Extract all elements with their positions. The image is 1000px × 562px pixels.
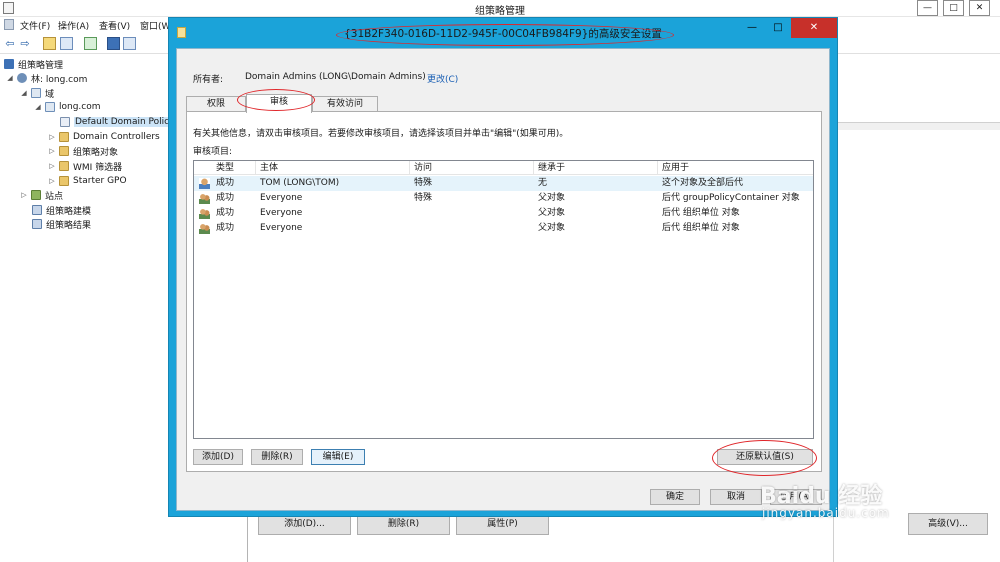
refresh-icon[interactable] bbox=[84, 37, 97, 50]
change-owner-link[interactable]: 更改(C) bbox=[427, 72, 458, 85]
tree-item-domain-controllers[interactable]: ▷ Domain Controllers bbox=[48, 130, 160, 144]
help-icon[interactable] bbox=[107, 37, 120, 50]
minimize-button[interactable]: — bbox=[917, 0, 938, 16]
baidu-watermark: Baidu 经验 jingyan.baidu.com bbox=[760, 478, 889, 520]
tree-item-wmi-filters[interactable]: ▷ WMI 筛选器 bbox=[48, 159, 122, 173]
tree-item-gpo-objects[interactable]: ▷ 组策略对象 bbox=[48, 144, 118, 158]
tree-item-forest[interactable]: ◢ 林: long.com bbox=[6, 71, 87, 85]
dialog-maximize-button[interactable]: □ bbox=[765, 18, 791, 38]
domain-icon bbox=[45, 102, 55, 112]
ok-button[interactable]: 确定 bbox=[650, 489, 700, 505]
tree-item-modeling[interactable]: 组策略建模 bbox=[32, 203, 91, 217]
modeling-icon bbox=[32, 205, 42, 215]
list-header: 类型 主体 访问 继承于 应用于 bbox=[194, 161, 813, 175]
sites-icon bbox=[31, 190, 41, 200]
remove-audit-button[interactable]: 删除(R) bbox=[251, 449, 303, 465]
up-folder-icon[interactable] bbox=[43, 37, 56, 50]
menu-file[interactable]: 文件(F) bbox=[20, 19, 50, 32]
close-window-button[interactable]: ✕ bbox=[969, 0, 990, 16]
collapse-icon[interactable]: ◢ bbox=[20, 89, 28, 97]
tree-item-sites[interactable]: ▷ 站点 bbox=[20, 188, 63, 202]
expand-icon[interactable]: ▷ bbox=[48, 147, 56, 155]
gpo-folder-icon bbox=[59, 146, 69, 156]
collapse-icon[interactable]: ◢ bbox=[34, 103, 42, 111]
background-title-bar: 组策略管理 — □ ✕ bbox=[0, 0, 1000, 17]
dialog-title: {31B2F340-016D-11D2-945F-00C04FB984F9}的高… bbox=[344, 28, 662, 40]
forward-arrow-icon[interactable]: ⇨ bbox=[18, 37, 32, 51]
properties-icon[interactable] bbox=[123, 37, 136, 50]
advanced-security-dialog: {31B2F340-016D-11D2-945F-00C04FB984F9}的高… bbox=[168, 17, 838, 517]
restore-defaults-button[interactable]: 还原默认值(S) bbox=[717, 449, 813, 465]
column-applies-to[interactable]: 应用于 bbox=[658, 161, 813, 175]
owner-label: 所有者: bbox=[193, 75, 224, 85]
expand-icon[interactable]: ▷ bbox=[20, 191, 28, 199]
menu-window[interactable]: 窗口(W bbox=[140, 19, 170, 32]
tree-item-default-domain-policy[interactable]: Default Domain Policy bbox=[60, 115, 176, 129]
group-icon bbox=[199, 208, 210, 219]
watermark-url: jingyan.baidu.com bbox=[762, 506, 890, 520]
gpm-icon bbox=[4, 59, 14, 69]
details-tab-strip bbox=[833, 122, 1000, 130]
forest-icon bbox=[17, 73, 27, 83]
audit-list-label: 审核项目: bbox=[193, 147, 233, 157]
audit-row[interactable]: 成功 Everyone 父对象 后代 组织单位 对象 bbox=[194, 221, 813, 236]
menu-action[interactable]: 操作(A) bbox=[58, 19, 89, 32]
expand-icon[interactable]: ▷ bbox=[48, 133, 56, 141]
tab-permissions[interactable]: 权限 bbox=[186, 96, 246, 112]
owner-value: Domain Admins (LONG\Domain Admins) bbox=[245, 72, 426, 82]
auditing-tab-panel: 有关其他信息，请双击审核项目。若要修改审核项目，请选择该项目并单击"编辑"(如果… bbox=[186, 111, 822, 472]
expand-icon[interactable]: ▷ bbox=[48, 162, 56, 170]
expand-icon[interactable]: ▷ bbox=[48, 177, 56, 185]
console-menu-icon[interactable] bbox=[4, 19, 14, 30]
column-access[interactable]: 访问 bbox=[410, 161, 534, 175]
group-icon bbox=[199, 193, 210, 204]
audit-entries-list[interactable]: 类型 主体 访问 继承于 应用于 成功 TOM (LONG\TOM) 特殊 无 … bbox=[193, 160, 814, 439]
tree-item-long-com[interactable]: ◢ long.com bbox=[34, 100, 101, 114]
gpo-link-icon bbox=[60, 117, 70, 127]
dialog-title-bar[interactable]: {31B2F340-016D-11D2-945F-00C04FB984F9}的高… bbox=[169, 18, 837, 48]
group-icon bbox=[199, 223, 210, 234]
tree-item-results[interactable]: 组策略结果 bbox=[32, 217, 91, 231]
tree-item-domains[interactable]: ◢ 域 bbox=[20, 86, 54, 100]
column-principal[interactable]: 主体 bbox=[256, 161, 410, 175]
restore-button[interactable]: □ bbox=[943, 0, 964, 16]
add-audit-button[interactable]: 添加(D) bbox=[193, 449, 243, 465]
bg-advanced-button[interactable]: 高级(V)... bbox=[908, 513, 988, 535]
info-text: 有关其他信息，请双击审核项目。若要修改审核项目，请选择该项目并单击"编辑"(如果… bbox=[193, 129, 569, 139]
results-icon bbox=[32, 219, 42, 229]
ou-folder-icon bbox=[59, 132, 69, 142]
cancel-button[interactable]: 取消 bbox=[710, 489, 762, 505]
tab-auditing[interactable]: 审核 bbox=[246, 94, 312, 113]
wmi-folder-icon bbox=[59, 161, 69, 171]
user-icon bbox=[199, 178, 210, 189]
tab-effective-access[interactable]: 有效访问 bbox=[312, 96, 378, 112]
audit-row[interactable]: 成功 TOM (LONG\TOM) 特殊 无 这个对象及全部后代 bbox=[194, 176, 813, 191]
domains-folder-icon bbox=[31, 88, 41, 98]
starter-gpo-folder-icon bbox=[59, 176, 69, 186]
tree-item-starter-gpo[interactable]: ▷ Starter GPO bbox=[48, 174, 127, 188]
column-type[interactable]: 类型 bbox=[212, 161, 256, 175]
column-inherited-from[interactable]: 继承于 bbox=[534, 161, 658, 175]
audit-row[interactable]: 成功 Everyone 特殊 父对象 后代 groupPolicyContain… bbox=[194, 191, 813, 206]
dialog-close-button[interactable]: ✕ bbox=[791, 18, 837, 38]
window-title: 组策略管理 bbox=[475, 6, 525, 17]
collapse-icon[interactable]: ◢ bbox=[6, 74, 14, 82]
dialog-minimize-button[interactable]: — bbox=[739, 18, 765, 38]
edit-audit-button[interactable]: 编辑(E) bbox=[311, 449, 365, 465]
audit-row[interactable]: 成功 Everyone 父对象 后代 组织单位 对象 bbox=[194, 206, 813, 221]
dialog-body: 所有者: Domain Admins (LONG\Domain Admins) … bbox=[176, 48, 830, 511]
show-hide-tree-icon[interactable] bbox=[60, 37, 73, 50]
menu-view[interactable]: 查看(V) bbox=[99, 19, 130, 32]
back-arrow-icon[interactable]: ⇦ bbox=[3, 37, 17, 51]
tree-item-gpm[interactable]: 组策略管理 bbox=[4, 57, 63, 71]
